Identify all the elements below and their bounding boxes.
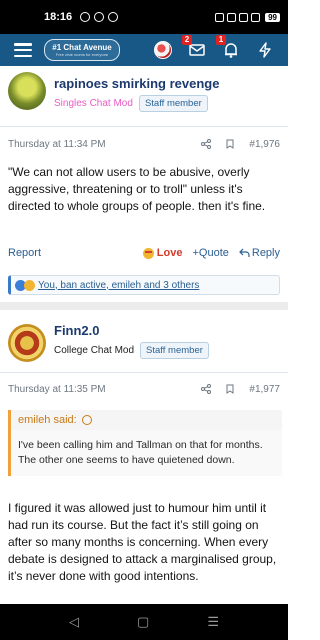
inbox-button[interactable]: 2: [182, 35, 206, 59]
post-timestamp[interactable]: Thursday at 11:34 PM: [8, 139, 106, 150]
bookmark-icon[interactable]: [225, 139, 235, 149]
quote-block: emileh said: I've been calling him and T…: [8, 410, 282, 476]
post-number[interactable]: #1,977: [249, 384, 280, 395]
reaction-icons: [15, 279, 35, 291]
avatar: [154, 41, 172, 59]
post-body: I figured it was allowed just to humour …: [8, 501, 277, 583]
post-number[interactable]: #1,976: [249, 139, 280, 150]
bolt-icon: [259, 42, 271, 58]
author-title-row: College Chat Mod Staff member: [54, 342, 209, 359]
alerts-badge: 1: [216, 35, 226, 45]
love-reaction-button[interactable]: Love: [142, 247, 183, 259]
post-meta: Thursday at 11:34 PM #1,976: [0, 134, 288, 154]
author-name[interactable]: Finn2.0: [54, 323, 209, 338]
author-avatar[interactable]: [8, 72, 46, 110]
notification-icon: [80, 12, 91, 22]
notification-icons: [80, 12, 119, 22]
love-label: Love: [156, 247, 183, 259]
bookmark-icon[interactable]: [225, 384, 235, 394]
share-icon[interactable]: [201, 384, 212, 394]
report-link[interactable]: Report: [8, 247, 41, 259]
author-info: rapinoes smirking revenge Singles Chat M…: [54, 70, 219, 112]
envelope-icon: [189, 44, 205, 56]
staff-badge: Staff member: [140, 342, 209, 359]
user-title: College Chat Mod: [54, 345, 135, 356]
account-button[interactable]: [154, 41, 172, 59]
signal-icon: [251, 12, 261, 22]
quote-body: I've been calling him and Tallman on tha…: [11, 430, 282, 476]
app-header: #1 Chat Avenue Free chat rooms for every…: [0, 34, 288, 66]
status-bar: 18:16 99: [0, 0, 288, 34]
nfc-icon: [215, 12, 225, 22]
status-time: 18:16: [44, 11, 73, 23]
divider: [0, 126, 288, 127]
reply-button[interactable]: Reply: [239, 247, 280, 259]
quote-author: emileh said:: [18, 414, 77, 426]
post-meta-actions: #1,976: [201, 139, 280, 150]
messenger-icon: [108, 12, 119, 22]
post-body: "We can not allow users to be abusive, o…: [8, 165, 266, 213]
back-icon[interactable]: ◁: [69, 614, 79, 630]
post-timestamp[interactable]: Thursday at 11:35 PM: [8, 384, 106, 395]
staff-badge: Staff member: [138, 95, 208, 112]
author-title-row: Singles Chat Mod Staff member: [54, 95, 219, 112]
site-logo[interactable]: #1 Chat Avenue Free chat rooms for every…: [44, 39, 120, 61]
reply-icon: [239, 248, 250, 257]
arrow-up-icon: [81, 415, 92, 425]
author-name[interactable]: rapinoes smirking revenge: [54, 76, 219, 91]
user-title: Singles Chat Mod: [54, 98, 133, 109]
divider: [0, 372, 288, 373]
heart-eyes-icon: [142, 247, 154, 259]
system-nav-bar: ◁ ▢ ☰: [0, 604, 288, 640]
alarm-icon: [227, 12, 237, 22]
logo-title: #1 Chat Avenue: [52, 42, 112, 52]
quote-header[interactable]: emileh said:: [11, 410, 282, 430]
post-action-buttons: Love +Quote Reply: [142, 247, 280, 259]
post-author-row: rapinoes smirking revenge Singles Chat M…: [0, 70, 288, 112]
reactions-bar[interactable]: You, ban active, emileh and 3 others: [8, 275, 280, 295]
whats-new-button[interactable]: [256, 41, 274, 59]
logo-subtitle: Free chat rooms for everyone: [55, 51, 109, 57]
snapchat-icon: [94, 12, 105, 22]
wifi-icon: [239, 12, 249, 22]
recents-icon[interactable]: ☰: [207, 614, 219, 630]
author-info: Finn2.0 College Chat Mod Staff member: [54, 320, 209, 359]
header-icons: 2 1: [154, 35, 274, 59]
reply-label: Reply: [251, 247, 280, 259]
post-meta: Thursday at 11:35 PM #1,977: [0, 379, 288, 399]
status-right: 99: [215, 12, 280, 22]
post-author-row: Finn2.0 College Chat Mod Staff member: [0, 320, 288, 362]
battery-indicator: 99: [265, 12, 280, 22]
author-avatar[interactable]: [8, 324, 46, 362]
menu-icon[interactable]: [14, 43, 32, 57]
post-separator: [0, 302, 288, 310]
reactions-list[interactable]: You, ban active, emileh and 3 others: [38, 280, 199, 291]
love-icon: [24, 279, 35, 291]
bell-icon: [225, 43, 237, 58]
inbox-badge: 2: [182, 35, 192, 45]
share-icon[interactable]: [201, 139, 212, 149]
quote-button[interactable]: +Quote: [192, 247, 228, 259]
post-meta-actions: #1,977: [201, 384, 280, 395]
post-actions: Report Love +Quote Reply: [0, 243, 288, 263]
home-icon[interactable]: ▢: [137, 614, 149, 630]
alerts-button[interactable]: 1: [216, 35, 240, 59]
